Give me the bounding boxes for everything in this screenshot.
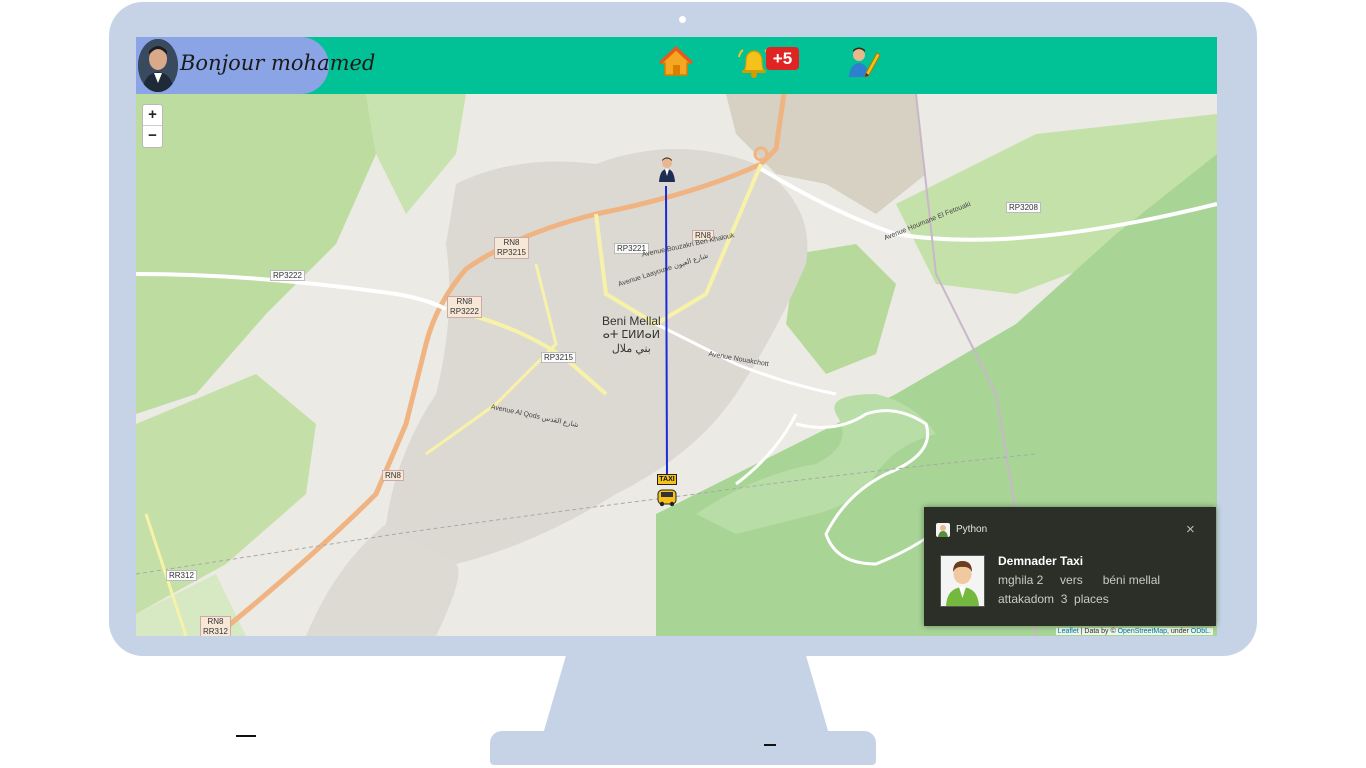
odbl-link[interactable]: ODbL.	[1191, 628, 1211, 635]
road-label-line: RN8	[503, 238, 520, 247]
toast-close-button[interactable]: ×	[1186, 521, 1195, 538]
toast-message-line-2: attakadom 3 places	[998, 592, 1109, 606]
road-label-rp3208: RP3208	[1006, 202, 1041, 213]
notification-badge[interactable]: +5	[766, 47, 799, 70]
python-app-icon	[936, 523, 950, 537]
stray-mark	[236, 735, 256, 737]
road-label-rn8-rp3215: RN8 RP3215	[494, 237, 529, 259]
user-avatar[interactable]	[138, 39, 178, 92]
road-label-rr312: RR312	[166, 570, 197, 581]
camera-dot	[679, 16, 686, 23]
greeting-text: Bonjour mohamed	[180, 51, 376, 75]
leaflet-link[interactable]: Leaflet	[1058, 628, 1079, 635]
toast-avatar-icon	[940, 555, 985, 607]
city-name-tifinagh: ⴰⵜ ⵎⵍⵍⴰⵍ	[602, 329, 660, 341]
zoom-in-button[interactable]: +	[143, 105, 162, 125]
road-label-rp3222-west: RP3222	[270, 270, 305, 281]
zoom-out-button[interactable]: −	[143, 125, 162, 146]
city-name-arabic: بني ملال	[611, 343, 651, 355]
zoom-control: + −	[142, 104, 163, 148]
monitor-stand-base	[490, 731, 876, 765]
road-label-line: RN8	[207, 617, 224, 626]
greeting-pill: Bonjour mohamed	[136, 37, 375, 94]
person-marker[interactable]	[657, 156, 677, 184]
taxi-marker[interactable]: TAXI	[656, 474, 678, 507]
monitor-stand-neck	[543, 656, 829, 734]
toast-notification[interactable]: Python × Demnader Taxi mghila 2 vers bén…	[924, 507, 1216, 626]
map-attribution: Leaflet | Data by © OpenStreetMap, under…	[1055, 628, 1213, 635]
taxi-sign: TAXI	[657, 474, 677, 485]
osm-link[interactable]: OpenStreetMap	[1118, 628, 1167, 635]
attribution-sep: | Data by ©	[1078, 628, 1118, 635]
edit-profile-icon[interactable]	[842, 43, 882, 83]
road-label-rp3215: RP3215	[541, 352, 576, 363]
road-label-rn8-south: RN8	[382, 470, 405, 481]
city-label: Beni Mellal ⴰⵜ ⵎⵍⵍⴰⵍ بني ملال	[602, 314, 661, 356]
stray-mark	[764, 744, 776, 746]
home-icon[interactable]	[656, 43, 696, 83]
road-label-rn8-rp3222: RN8 RP3222	[447, 296, 482, 318]
toast-title: Demnader Taxi	[998, 554, 1084, 568]
road-label-line: RR312	[203, 627, 228, 636]
road-label-line: RP3215	[497, 248, 526, 257]
attribution-under: , under	[1167, 628, 1191, 635]
road-label-line: RN8	[456, 297, 473, 306]
road-label-line: RP3222	[450, 307, 479, 316]
toast-app-name: Python	[956, 524, 988, 535]
header-bar: Bonjour mohamed +5	[136, 37, 1217, 94]
city-name: Beni Mellal	[602, 314, 661, 328]
toast-message-line-1: mghila 2 vers béni mellal	[998, 573, 1161, 587]
road-label-rn8-rr312: RN8 RR312	[200, 616, 231, 636]
